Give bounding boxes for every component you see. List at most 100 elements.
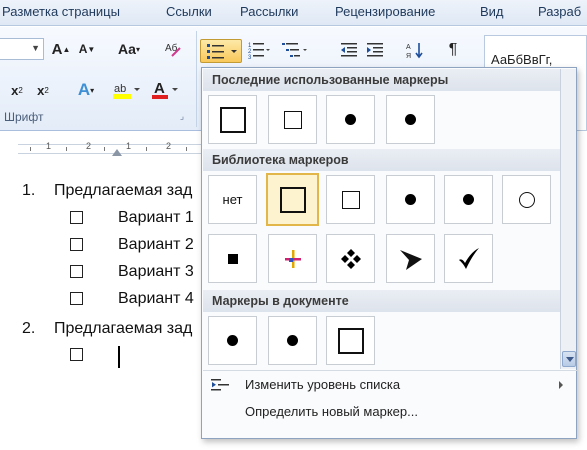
- bullet-option[interactable]: [326, 234, 375, 283]
- gallery-scrollbar[interactable]: [560, 69, 576, 369]
- sub-item-text: Вариант 4: [118, 290, 194, 307]
- square-bullet-icon: [70, 238, 83, 251]
- svg-text:Я: Я: [406, 53, 411, 59]
- square-large-icon: [279, 186, 306, 213]
- diamond-cluster-icon: [340, 248, 361, 269]
- font-group-label: Шрифт: [4, 110, 44, 124]
- tab-page-layout[interactable]: Разметка страницы: [2, 4, 120, 19]
- svg-text:ab: ab: [114, 83, 126, 95]
- clear-format-icon[interactable]: Аб: [162, 38, 184, 60]
- ruler-tick: [66, 147, 67, 151]
- colored-cross-icon: [284, 249, 301, 268]
- decrease-indent-icon[interactable]: [338, 39, 360, 61]
- bullet-option[interactable]: [208, 316, 257, 365]
- bullet-library-header: Библиотека маркеров: [203, 149, 560, 171]
- submenu-arrow-icon: [559, 381, 563, 389]
- text-effects-icon[interactable]: A ▾: [72, 79, 100, 101]
- square-bullet-icon: [70, 348, 83, 361]
- checkmark-icon: [458, 247, 479, 269]
- bullet-option[interactable]: [326, 175, 375, 224]
- square-bullet-icon: [70, 265, 83, 278]
- sub-item-text: Вариант 2: [118, 236, 194, 253]
- tab-view[interactable]: Вид: [480, 4, 504, 19]
- change-level-label: Изменить уровень списка: [245, 377, 401, 392]
- sub-item-text: Вариант 1: [118, 209, 194, 226]
- dot-icon: [227, 335, 238, 346]
- font-color-icon[interactable]: A: [150, 79, 180, 101]
- grow-font-icon[interactable]: A ▲: [50, 38, 72, 60]
- none-label: нет: [222, 192, 243, 207]
- subscript-icon[interactable]: x2: [6, 79, 28, 101]
- square-small-icon: [283, 110, 302, 129]
- define-new-bullet-item[interactable]: Определить новый маркер...: [203, 400, 577, 424]
- bullet-option-none[interactable]: нет: [208, 175, 257, 224]
- ribbon-tab-bar: Разметка страницы Ссылки Рассылки Реценз…: [0, 0, 587, 26]
- list-number: 1.: [22, 182, 36, 199]
- svg-text:А: А: [406, 44, 411, 51]
- bullet-option[interactable]: [502, 175, 551, 224]
- circle-icon: [518, 191, 535, 208]
- tab-references[interactable]: Ссылки: [166, 4, 212, 19]
- sub-item-text: Вариант 3: [118, 263, 194, 280]
- dot-icon: [287, 335, 298, 346]
- tab-developer[interactable]: Разраб: [538, 4, 581, 19]
- highlight-color-icon[interactable]: ab: [110, 79, 142, 101]
- bullets-button[interactable]: [200, 39, 242, 63]
- square-bullet-icon: [70, 211, 83, 224]
- bullet-option[interactable]: [386, 175, 435, 224]
- bullet-option[interactable]: [386, 95, 435, 144]
- font-size-dropdown[interactable]: ▼: [0, 38, 44, 60]
- bullet-option[interactable]: [444, 175, 493, 224]
- bullet-option[interactable]: [326, 316, 375, 365]
- bullet-option[interactable]: [386, 234, 435, 283]
- dot-icon: [463, 194, 474, 205]
- style-preview-text: АаБбВвГг,: [491, 52, 553, 67]
- filled-square-icon: [227, 253, 238, 264]
- bullet-option[interactable]: [268, 234, 317, 283]
- bullet-option[interactable]: [208, 95, 257, 144]
- bullet-option[interactable]: [268, 316, 317, 365]
- svg-text:A: A: [154, 80, 165, 97]
- bullet-option-selected[interactable]: [266, 173, 319, 226]
- bullet-option[interactable]: [268, 95, 317, 144]
- ruler-tick: [104, 147, 105, 151]
- list-number: 2.: [22, 320, 36, 337]
- svg-text:3: 3: [248, 55, 252, 60]
- superscript-icon[interactable]: x2: [32, 79, 54, 101]
- bullet-option[interactable]: [444, 234, 493, 283]
- numbered-list-icon[interactable]: 123: [246, 39, 272, 61]
- multilevel-list-icon[interactable]: [280, 39, 310, 61]
- list-item-text: Предлагаемая зад: [54, 182, 193, 199]
- document-bullets-header: Маркеры в документе: [203, 290, 560, 312]
- dialog-launcher-icon[interactable]: ⌟: [176, 110, 188, 122]
- increase-indent-icon[interactable]: [364, 39, 386, 61]
- bullet-option[interactable]: [326, 95, 375, 144]
- ruler-tick: [30, 147, 31, 151]
- define-new-label: Определить новый маркер...: [245, 404, 418, 419]
- show-formatting-icon[interactable]: ¶: [442, 39, 464, 61]
- dot-icon: [345, 114, 356, 125]
- ruler-tick: [146, 147, 147, 151]
- dot-icon: [405, 194, 416, 205]
- ruler-number: 2: [86, 141, 92, 151]
- arrowhead-icon: [399, 249, 422, 270]
- change-list-level-item[interactable]: Изменить уровень списка: [203, 373, 577, 397]
- menu-divider: [203, 370, 577, 371]
- sort-icon[interactable]: АЯ: [404, 39, 426, 61]
- dot-icon: [405, 114, 416, 125]
- square-large-icon: [219, 106, 246, 133]
- tab-review[interactable]: Рецензирование: [335, 4, 435, 19]
- scroll-up-button[interactable]: [562, 70, 576, 84]
- bullet-option[interactable]: [208, 234, 257, 283]
- tab-mailings[interactable]: Рассылки: [240, 4, 298, 19]
- square-small-icon: [341, 190, 360, 209]
- scroll-down-button[interactable]: [562, 351, 576, 367]
- change-case-icon[interactable]: Aa ▾: [112, 38, 146, 60]
- ruler-number: 1: [46, 141, 52, 151]
- recent-bullets-header: Последние использованные маркеры: [203, 69, 560, 91]
- ruler-number: 2: [166, 141, 172, 151]
- ruler-tick: [186, 147, 187, 151]
- indent-marker[interactable]: [112, 149, 122, 156]
- shrink-font-icon[interactable]: A ▼: [76, 38, 98, 60]
- ruler-number: 1: [126, 141, 132, 151]
